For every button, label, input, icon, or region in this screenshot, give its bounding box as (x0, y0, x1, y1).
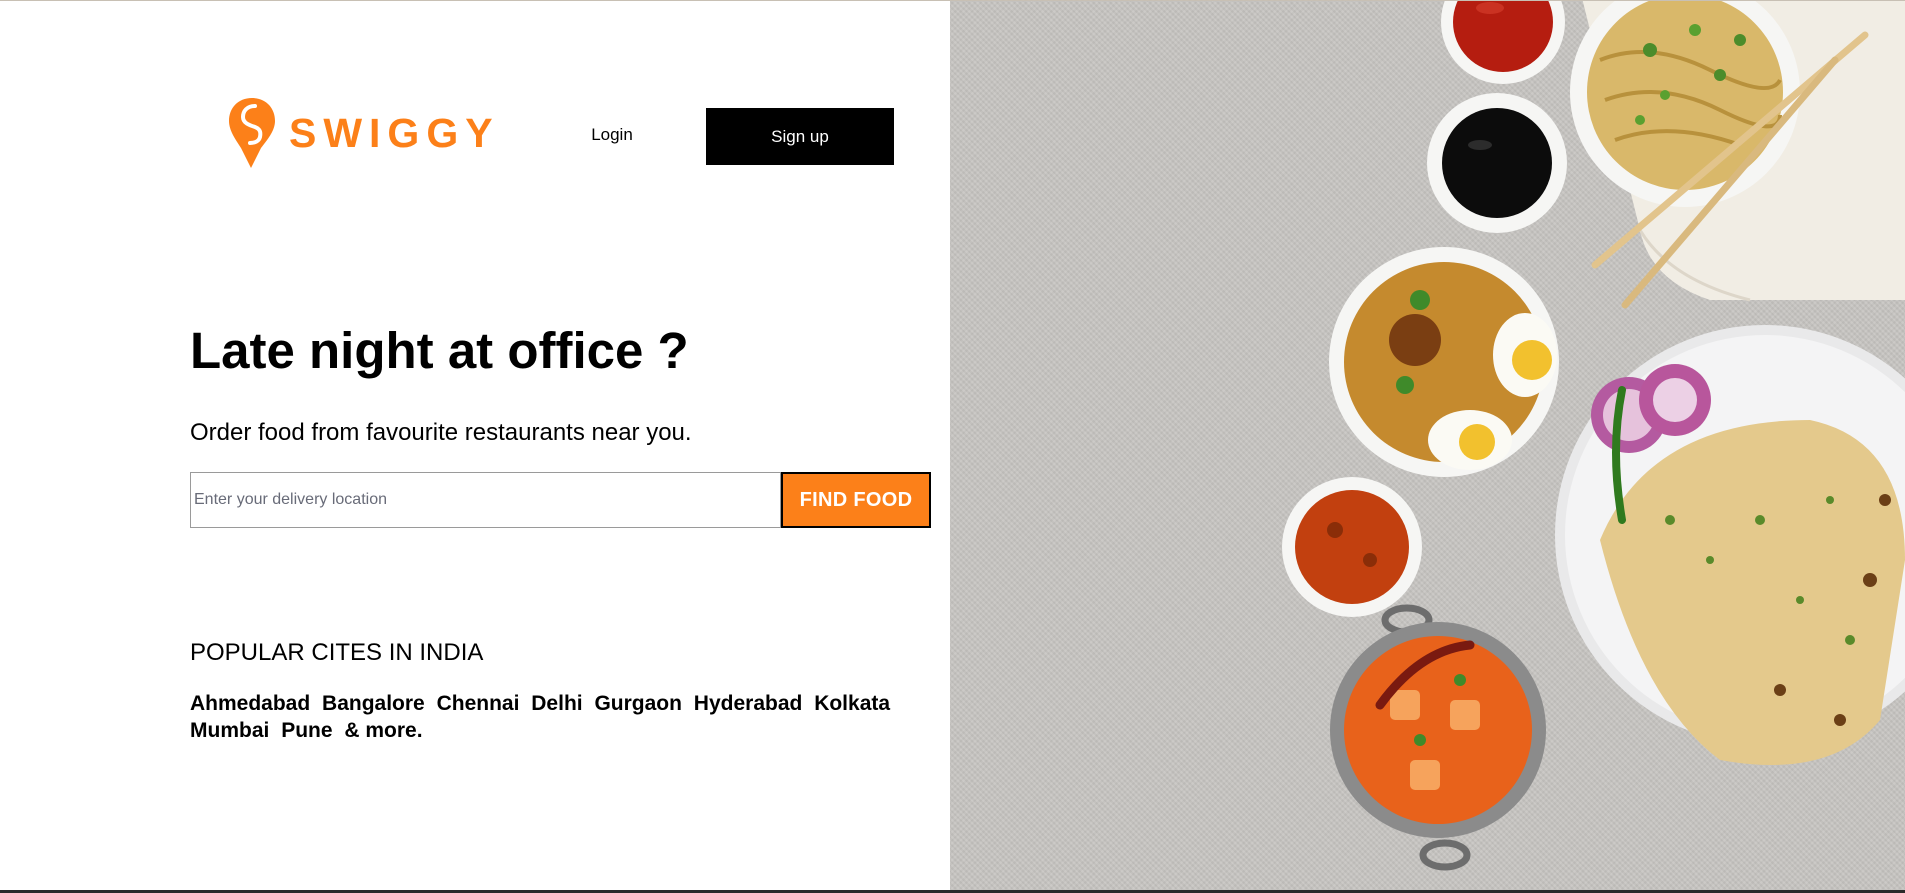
delivery-location-input[interactable] (190, 472, 781, 528)
popular-cities-list: Ahmedabad Bangalore Chennai Delhi Gurgao… (190, 690, 950, 744)
food-hero-image (950, 0, 1905, 893)
city-link[interactable]: Mumbai (190, 719, 269, 742)
swiggy-logo-icon (229, 98, 275, 168)
hero-subtext: Order food from favourite restaurants ne… (190, 419, 692, 446)
city-link[interactable]: Ahmedabad (190, 692, 310, 715)
popular-cities-title: POPULAR CITES IN INDIA (190, 639, 484, 666)
swiggy-logo[interactable]: SWIGGY (227, 96, 500, 170)
paneer-kadai (1330, 604, 1546, 871)
signup-button[interactable]: Sign up (706, 108, 894, 165)
naan-plate (1555, 325, 1905, 765)
top-border (0, 0, 1905, 1)
city-link[interactable]: Pune (281, 719, 332, 742)
soy-sauce-bowl (1427, 93, 1567, 233)
biryani-bowl (1329, 247, 1559, 477)
ketchup-bowl (1441, 0, 1565, 84)
brand-name: SWIGGY (289, 109, 500, 156)
city-link[interactable]: Delhi (531, 692, 582, 715)
city-link[interactable]: Bangalore (322, 692, 425, 715)
more-cities-link[interactable]: & more. (344, 719, 422, 742)
login-link[interactable]: Login (576, 108, 648, 162)
food-illustration (1282, 0, 1905, 871)
city-link[interactable]: Chennai (437, 692, 520, 715)
city-link[interactable]: Hyderabad (694, 692, 803, 715)
curry-bowl (1282, 477, 1422, 617)
city-link[interactable]: Kolkata (814, 692, 890, 715)
find-food-button[interactable]: FIND FOOD (781, 472, 931, 528)
location-search: FIND FOOD (190, 472, 931, 528)
hero-headline: Late night at office ? (190, 322, 689, 379)
landing-left-pane: SWIGGY Login Sign up Late night at offic… (0, 0, 950, 893)
city-link[interactable]: Gurgaon (594, 692, 682, 715)
